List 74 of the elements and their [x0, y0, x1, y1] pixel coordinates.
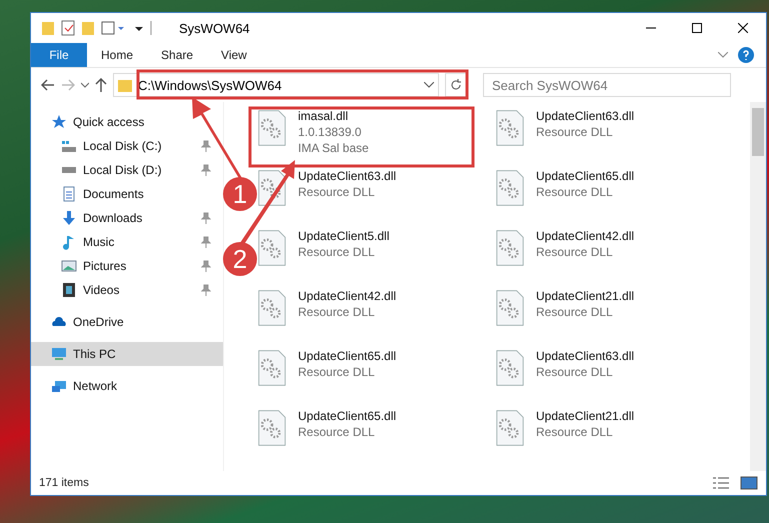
pc-icon [51, 347, 67, 361]
ribbon-tab[interactable]: Share [147, 43, 208, 67]
sidebar-item[interactable]: Local Disk (C:) [31, 134, 223, 158]
file-item[interactable]: UpdateClient65.dll Resource DLL [258, 348, 496, 408]
chevron-icon[interactable] [718, 52, 728, 58]
sidebar-item[interactable]: OneDrive [31, 310, 223, 334]
network-icon [51, 380, 67, 392]
help-icon[interactable] [738, 47, 754, 63]
address-bar[interactable]: C:\Windows\SysWOW64 [113, 73, 439, 97]
star-icon [51, 114, 67, 130]
video-icon [61, 282, 77, 298]
gear-file-icon [496, 408, 524, 448]
ribbon-tab[interactable]: Home [87, 43, 148, 67]
search-field[interactable]: Search SysWOW64 [483, 73, 731, 97]
folder-icon [118, 78, 132, 92]
gear-file-icon [496, 288, 524, 328]
pin-icon[interactable] [201, 140, 211, 152]
gear-file-icon [496, 108, 524, 148]
pin-icon[interactable] [201, 284, 211, 296]
gear-file-icon [258, 288, 286, 328]
file-item[interactable]: UpdateClient21.dll Resource DLL [496, 408, 734, 468]
drive-c-icon [61, 139, 77, 153]
up-arrow-icon[interactable] [95, 78, 107, 92]
pin-icon[interactable] [201, 260, 211, 272]
sidebar-item[interactable]: Quick access [31, 110, 223, 134]
gear-file-icon [258, 108, 286, 148]
sidebar-item[interactable]: Local Disk (D:) [31, 158, 223, 182]
refresh-icon [450, 79, 462, 91]
gear-file-icon [258, 228, 286, 268]
number-badge: 1 [223, 177, 257, 211]
download-icon [61, 210, 77, 226]
back-arrow-icon[interactable] [41, 79, 55, 91]
gear-file-icon [258, 408, 286, 448]
file-item[interactable]: UpdateClient42.dll Resource DLL [258, 288, 496, 348]
sidebar-item[interactable]: Network [31, 374, 223, 398]
cloud-icon [51, 317, 67, 327]
drive-icon [61, 166, 77, 174]
sidebar-item[interactable]: Videos [31, 278, 223, 302]
caret-icon[interactable] [424, 82, 434, 88]
document-icon [61, 186, 77, 202]
gear-file-icon [258, 348, 286, 388]
file-item[interactable]: UpdateClient63.dll Resource DLL [496, 348, 734, 408]
file-item[interactable]: UpdateClient65.dll Resource DLL [496, 168, 734, 228]
pin-icon[interactable] [201, 212, 211, 224]
sidebar-item[interactable]: Music [31, 230, 223, 254]
dropdown-caret-icon[interactable] [81, 82, 89, 88]
item-count: 171 items [39, 477, 89, 489]
sidebar-item[interactable]: Downloads [31, 206, 223, 230]
refresh-button[interactable] [445, 73, 467, 97]
file-item[interactable]: UpdateClient21.dll Resource DLL [496, 288, 734, 348]
file-item[interactable]: UpdateClient5.dll Resource DLL [258, 228, 496, 288]
maximize-icon [692, 23, 702, 33]
details-view-icon[interactable] [712, 476, 730, 490]
gear-file-icon [496, 348, 524, 388]
window-title: SysWOW64 [179, 20, 250, 36]
number-badge: 2 [223, 242, 257, 276]
sidebar-item[interactable]: This PC [31, 342, 223, 366]
ribbon-tab[interactable]: View [207, 43, 261, 67]
file-item[interactable]: UpdateClient65.dll Resource DLL [258, 408, 496, 468]
minimize-icon [646, 27, 656, 29]
file-item[interactable]: imasal.dll 1.0.13839.0 IMA Sal base [258, 108, 496, 168]
file-item[interactable]: UpdateClient42.dll Resource DLL [496, 228, 734, 288]
ribbon-tab[interactable]: File [31, 43, 87, 67]
picture-icon [61, 260, 77, 272]
pin-icon[interactable] [201, 236, 211, 248]
scrollbar[interactable] [750, 102, 766, 471]
close-icon [738, 23, 748, 33]
sidebar-item[interactable]: Documents [31, 182, 223, 206]
sidebar-item[interactable]: Pictures [31, 254, 223, 278]
gear-file-icon [496, 168, 524, 208]
pin-icon[interactable] [201, 164, 211, 176]
gear-file-icon [496, 228, 524, 268]
large-icons-view-icon[interactable] [740, 476, 758, 490]
file-item[interactable]: UpdateClient63.dll Resource DLL [496, 108, 734, 168]
